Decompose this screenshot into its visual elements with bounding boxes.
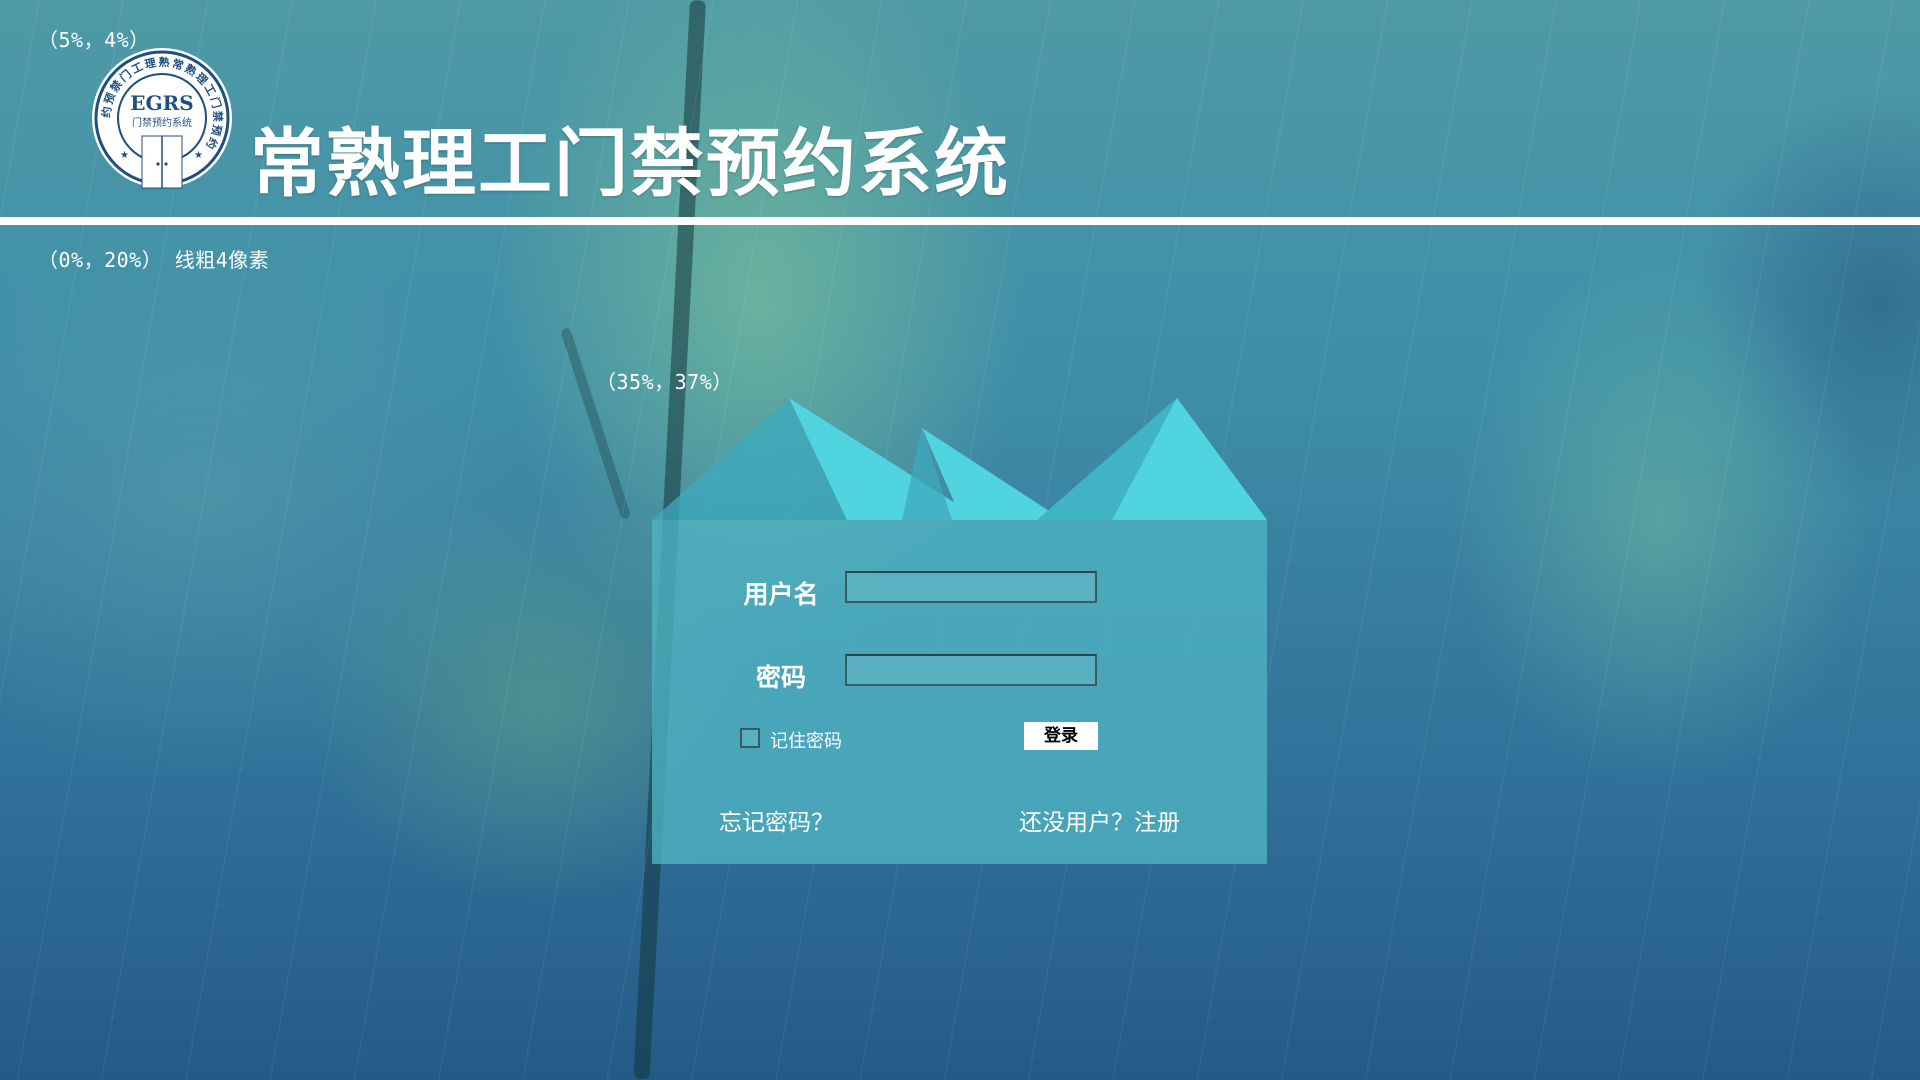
login-panel: 用户名 密码 记住密码 登录 忘记密码？ 还没用户？注册 <box>652 398 1267 864</box>
rule-annotation: （0%，20%） 线粗4像素 <box>38 248 270 272</box>
password-label: 密码 <box>755 663 806 692</box>
app-title: 常熟理工门禁预约系统 <box>250 121 1010 207</box>
password-input[interactable] <box>845 654 1097 686</box>
header-divider <box>0 217 1920 225</box>
background-branch <box>560 326 632 521</box>
login-form: 用户名 密码 记住密码 登录 忘记密码？ 还没用户？注册 <box>652 520 1267 864</box>
seal-subtitle-text: 门禁预约系统 <box>132 116 192 129</box>
panel-position-annotation: （35%，37%） <box>596 370 733 394</box>
svg-text:★: ★ <box>120 150 129 161</box>
svg-text:★: ★ <box>194 150 203 161</box>
username-input[interactable] <box>845 571 1097 603</box>
username-label: 用户名 <box>743 580 819 609</box>
forgot-password-link[interactable]: 忘记密码？ <box>719 803 834 837</box>
egrs-seal-logo: 约预禁门工理熟常熟理工门禁预约 EGRS 门禁预约系统 ★ ★ <box>92 48 232 189</box>
panel-roof-decoration <box>652 398 1267 520</box>
login-screen: （5%，4%） 约预禁门工理熟常熟理工门禁预约 EGRS 门禁预约系统 ★ ★ … <box>0 0 1920 1080</box>
register-link[interactable]: 还没用户？注册 <box>1019 803 1180 837</box>
remember-password-label: 记住密码 <box>770 731 842 752</box>
login-button[interactable]: 登录 <box>1024 722 1098 750</box>
remember-password-checkbox[interactable] <box>740 728 760 748</box>
seal-abbr-text: EGRS <box>130 91 193 115</box>
